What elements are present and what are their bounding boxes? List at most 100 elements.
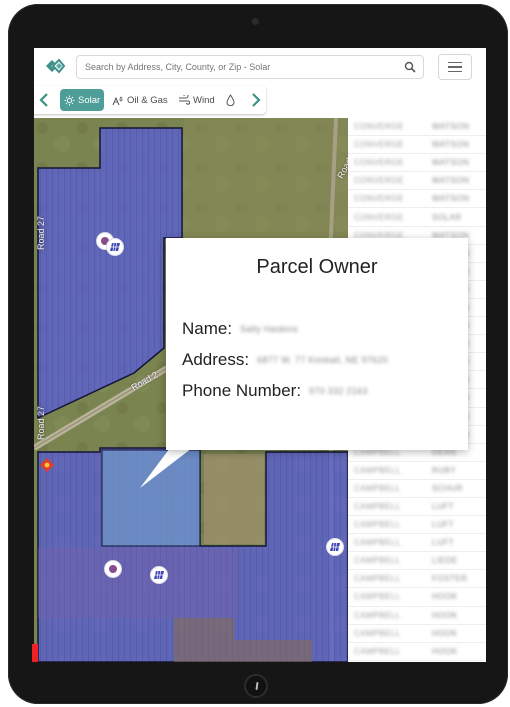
- owner-first-name: HOOK: [432, 628, 458, 638]
- owner-first-name: LIEDE: [432, 556, 458, 566]
- menu-line: [448, 70, 462, 73]
- warning-marker-icon[interactable]: [40, 458, 54, 472]
- search-icon[interactable]: [404, 61, 416, 73]
- list-item[interactable]: CAMPBELL HOOK: [348, 625, 486, 643]
- owner-last-name: CAMPBELL: [354, 538, 401, 548]
- tab-solar[interactable]: Solar: [60, 89, 105, 111]
- list-item[interactable]: CAMPBELL HOOK: [348, 588, 486, 607]
- list-item[interactable]: CAMPBELL LIEDE: [348, 552, 486, 571]
- list-item[interactable]: CAMPBELL FOSTER: [348, 570, 486, 589]
- owner-name-row: Name: Sally Haskins: [182, 318, 298, 340]
- list-item[interactable]: CAMPBELL LUFT: [348, 534, 486, 553]
- phone-value[interactable]: 970 332 2163: [309, 386, 368, 396]
- name-label: Name:: [182, 319, 233, 338]
- owner-last-name: CAMPBELL: [354, 592, 401, 602]
- popup-title: Parcel Owner: [256, 256, 378, 278]
- red-marker: [32, 644, 38, 662]
- home-button[interactable]: [244, 674, 268, 698]
- owner-last-name: CONVERGE: [354, 140, 404, 150]
- menu-line: [448, 66, 462, 68]
- owner-last-name: CAMPBELL: [354, 520, 401, 530]
- tab-oil-gas[interactable]: Oil & Gas: [108, 89, 172, 111]
- owner-phone-row: Phone Number: 970 332 2163: [182, 380, 368, 402]
- popup-pointer: [140, 448, 192, 488]
- owner-last-name: CAMPBELL: [354, 556, 401, 566]
- tab-label: Wind: [193, 94, 215, 106]
- tab-label: Oil & Gas: [127, 94, 168, 106]
- app-logo-icon[interactable]: [44, 56, 66, 76]
- owner-first-name: WATSON: [432, 122, 470, 132]
- owner-first-name: WATSON: [432, 194, 470, 204]
- owner-last-name: CAMPBELL: [354, 483, 401, 493]
- owner-first-name: LUFT: [432, 520, 454, 530]
- list-item[interactable]: CAMPBELL HOOK: [348, 643, 486, 661]
- phone-label: Phone Number:: [182, 381, 302, 400]
- chevron-right-icon[interactable]: [250, 91, 262, 109]
- owner-first-name: SCHUR: [432, 483, 463, 493]
- search-input[interactable]: [76, 55, 424, 79]
- owner-last-name: CONVERGE: [354, 122, 404, 132]
- field-patch: [184, 118, 348, 238]
- parcel-owner-popup: Parcel Owner Name: Sally Haskins Address…: [166, 238, 468, 450]
- solar-marker-icon[interactable]: [106, 238, 124, 256]
- sun-icon: [64, 95, 75, 105]
- owner-last-name: CAMPBELL: [354, 574, 401, 584]
- oil-gas-icon: [112, 95, 123, 105]
- owner-address-row: Address: 6877 W. 77 Kimball, NE 97620: [182, 349, 388, 371]
- list-item[interactable]: CONVERGE WATSON: [348, 172, 486, 191]
- list-item[interactable]: CAMPBELL LUFT: [348, 498, 486, 517]
- address-value: 6877 W. 77 Kimball, NE 97620: [257, 355, 389, 365]
- owner-first-name: FOSTER: [432, 574, 468, 584]
- search-header: [34, 48, 486, 84]
- owner-first-name: LUFT: [432, 502, 454, 512]
- owner-first-name: SOLAR: [432, 212, 462, 222]
- list-item[interactable]: CONVERGE WATSON: [348, 136, 486, 155]
- owner-first-name: WATSON: [432, 140, 470, 150]
- list-item[interactable]: CAMPBELL SCHUR: [348, 480, 486, 498]
- tab-wind[interactable]: Wind: [174, 89, 219, 111]
- tab-label: Solar: [78, 94, 101, 106]
- road-label: Road 27: [36, 405, 47, 441]
- parcel-overlay: [38, 548, 238, 618]
- owner-last-name: CAMPBELL: [354, 502, 401, 512]
- category-tabs: Solar Oil & Gas Wind: [34, 86, 266, 114]
- pin-dot: [109, 565, 117, 573]
- solar-panel-icon: [330, 543, 340, 551]
- owner-last-name: CONVERGE: [354, 176, 404, 186]
- farm-plot: [204, 454, 264, 544]
- chevron-left-icon[interactable]: [38, 91, 50, 109]
- property-pin[interactable]: [104, 560, 122, 578]
- name-value: Sally Haskins: [240, 324, 298, 334]
- list-item[interactable]: CONVERGE SOLAR: [348, 208, 486, 227]
- front-camera: [252, 18, 259, 25]
- road-label: Road 27: [36, 215, 47, 251]
- list-item[interactable]: CAMPBELL HOOK: [348, 607, 486, 625]
- water-drop-icon: [226, 94, 235, 106]
- list-item[interactable]: CONVERGE WATSON: [348, 118, 486, 137]
- owner-first-name: LUFT: [432, 538, 454, 548]
- owner-last-name: CAMPBELL: [354, 610, 401, 620]
- address-label: Address:: [182, 350, 250, 369]
- solar-panel-icon: [110, 243, 120, 251]
- owner-last-name: CAMPBELL: [354, 646, 401, 656]
- tab-water[interactable]: [222, 89, 239, 111]
- owner-last-name: CONVERGE: [354, 158, 404, 168]
- owner-last-name: CAMPBELL: [354, 465, 401, 475]
- wind-icon: [179, 95, 190, 105]
- list-item[interactable]: CAMPBELL LUFT: [348, 516, 486, 535]
- list-item[interactable]: CONVERGE WATSON: [348, 190, 486, 209]
- owner-last-name: CONVERGE: [354, 194, 404, 204]
- solar-marker-icon[interactable]: [150, 566, 168, 584]
- solar-marker-icon[interactable]: [326, 538, 344, 556]
- owner-last-name: CONVERGE: [354, 212, 404, 222]
- owner-first-name: WATSON: [432, 176, 470, 186]
- list-item[interactable]: CAMPBELL RUBY: [348, 462, 486, 480]
- owner-first-name: HOOK: [432, 646, 458, 656]
- owner-first-name: HOOK: [432, 610, 458, 620]
- owner-first-name: RUBY: [432, 465, 457, 475]
- solar-panel-icon: [154, 571, 164, 579]
- hamburger-menu-button[interactable]: [438, 54, 472, 80]
- list-item[interactable]: CONVERGE WATSON: [348, 154, 486, 173]
- owner-first-name: HOOK: [432, 592, 458, 602]
- owner-last-name: CAMPBELL: [354, 628, 401, 638]
